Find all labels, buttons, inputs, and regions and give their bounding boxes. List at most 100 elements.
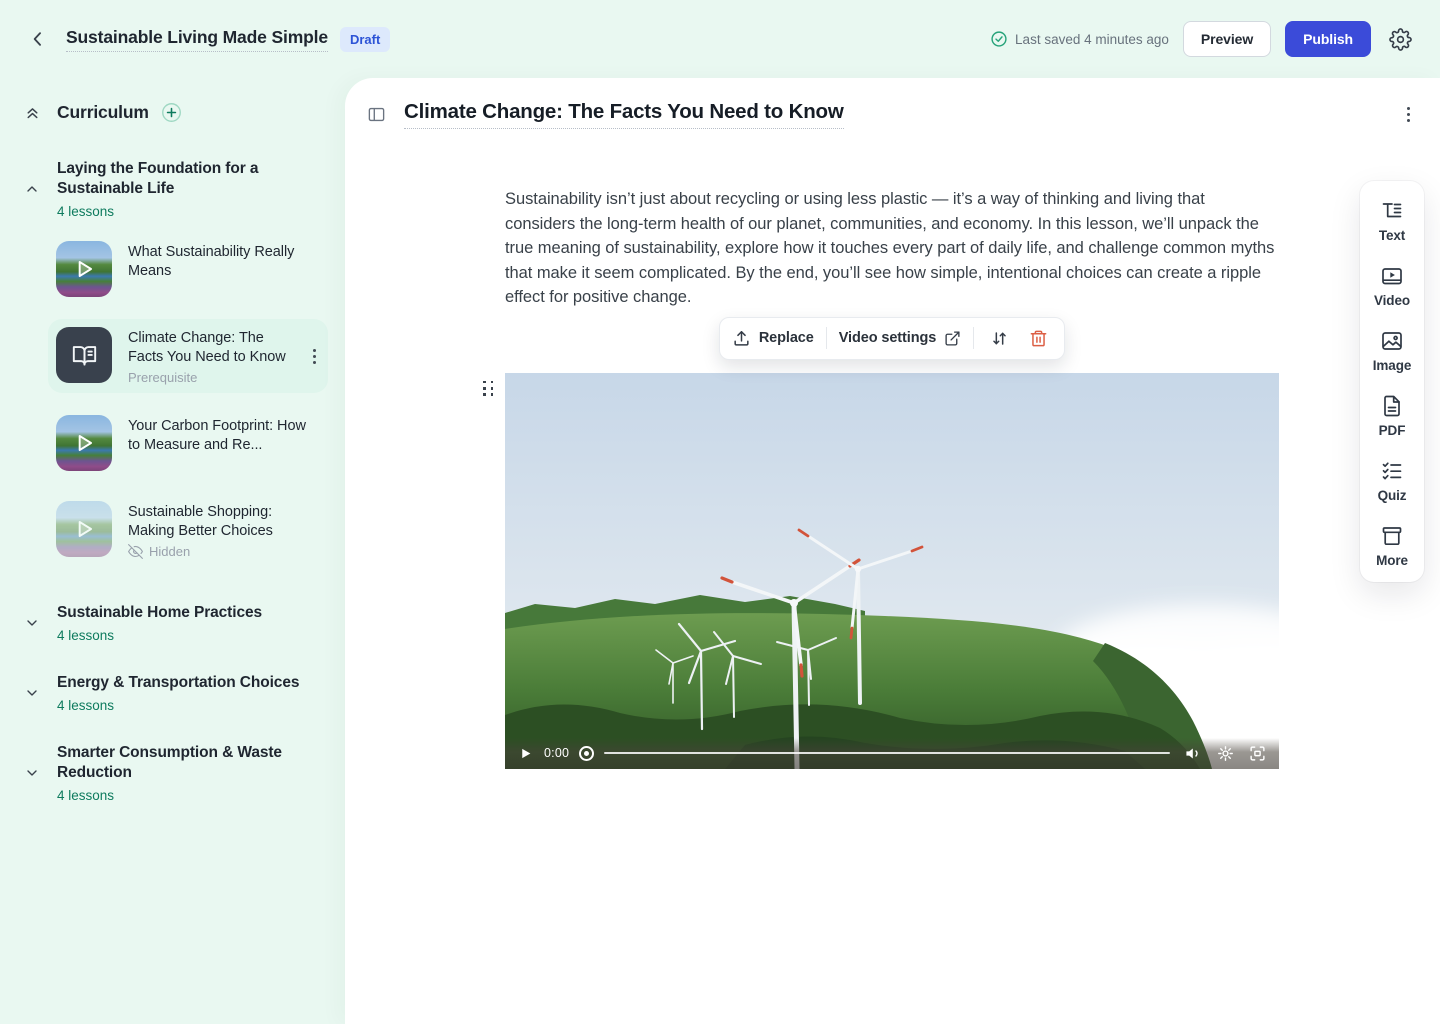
video-controls-right [1184, 744, 1267, 763]
lesson-meta-text: Hidden [149, 544, 190, 559]
video-progress-track[interactable] [604, 752, 1170, 754]
replace-label: Replace [759, 330, 814, 346]
course-title[interactable]: Sustainable Living Made Simple [66, 27, 328, 52]
lesson-item[interactable]: Your Carbon Footprint: How to Measure an… [48, 407, 328, 479]
lesson-editor-header: Climate Change: The Facts You Need to Kn… [345, 78, 1440, 129]
lesson-meta: Prerequisite [128, 370, 293, 385]
lesson-page-menu-button[interactable] [1403, 101, 1414, 128]
video-block-icon [1380, 264, 1404, 288]
video-poster-wind-turbines [505, 373, 1279, 769]
lesson-video-thumbnail [56, 241, 112, 297]
section-title: Energy & Transportation Choices [57, 673, 329, 693]
insert-video-button[interactable]: Video [1374, 264, 1410, 308]
drag-handle[interactable] [481, 379, 497, 398]
collapse-all-button[interactable] [24, 104, 41, 121]
video-settings-button[interactable]: Video settings [839, 328, 961, 349]
play-button[interactable] [517, 745, 534, 762]
video-settings-label: Video settings [839, 330, 936, 346]
lesson-paragraph[interactable]: Sustainability isn’t just about recyclin… [505, 187, 1279, 310]
toolbar-divider [826, 327, 827, 349]
chevrons-up-icon [24, 104, 41, 121]
lesson-page-title[interactable]: Climate Change: The Facts You Need to Kn… [404, 100, 844, 129]
topbar-actions: Last saved 4 minutes ago Preview Publish [990, 21, 1416, 57]
section-header[interactable]: Laying the Foundation for a Sustainable … [24, 159, 329, 219]
lesson-content: Sustainability isn’t just about recyclin… [505, 187, 1279, 769]
lesson-menu-button[interactable] [309, 343, 320, 370]
pdf-block-icon [1380, 394, 1404, 418]
publish-button[interactable]: Publish [1285, 21, 1371, 57]
insert-label: PDF [1379, 423, 1406, 438]
section-lesson-count: 4 lessons [57, 698, 329, 713]
lesson-editor: Climate Change: The Facts You Need to Kn… [345, 78, 1440, 1024]
fullscreen-button[interactable] [1248, 744, 1267, 763]
volume-button[interactable] [1184, 744, 1203, 763]
lesson-item[interactable]: What Sustainability Really Means [48, 233, 328, 305]
video-scrubber-handle[interactable] [579, 746, 594, 761]
text-block-icon [1380, 199, 1404, 223]
section-lesson-count: 4 lessons [57, 204, 329, 219]
gear-icon [1389, 28, 1412, 51]
insert-pdf-button[interactable]: PDF [1379, 394, 1406, 438]
chevron-up-icon [24, 181, 57, 197]
play-icon [56, 415, 112, 471]
settings-button[interactable] [1385, 24, 1416, 55]
lesson-reading-tile [56, 327, 112, 383]
section-header[interactable]: Sustainable Home Practices 4 lessons [24, 603, 329, 643]
lesson-item-hidden[interactable]: Sustainable Shopping: Making Better Choi… [48, 493, 328, 567]
video-settings-gear-button[interactable] [1216, 744, 1235, 763]
move-block-button[interactable] [986, 325, 1013, 352]
replace-video-button[interactable]: Replace [732, 327, 814, 350]
status-badge: Draft [340, 27, 390, 52]
arrows-up-down-icon [990, 329, 1009, 348]
section-title: Smarter Consumption & Waste Reduction [57, 743, 329, 783]
video-block-toolbar: Replace Video settings [719, 317, 1065, 360]
upload-icon [732, 329, 751, 348]
save-status: Last saved 4 minutes ago [990, 30, 1169, 48]
image-block-icon [1380, 329, 1404, 353]
add-curriculum-button[interactable] [161, 102, 182, 123]
toggle-sidebar-button[interactable] [363, 101, 390, 128]
insert-text-button[interactable]: Text [1379, 199, 1405, 243]
lesson-title: Your Carbon Footprint: How to Measure an… [128, 417, 320, 454]
curriculum-section: Smarter Consumption & Waste Reduction 4 … [24, 743, 329, 803]
external-link-icon [944, 330, 961, 347]
more-blocks-icon [1380, 524, 1404, 548]
curriculum-section: Energy & Transportation Choices 4 lesson… [24, 673, 329, 713]
lesson-title: Sustainable Shopping: Making Better Choi… [128, 503, 320, 540]
book-open-icon [71, 342, 98, 369]
chevron-down-icon [24, 685, 57, 701]
play-icon [56, 501, 112, 557]
insert-label: Quiz [1378, 488, 1407, 503]
section-lesson-count: 4 lessons [57, 788, 329, 803]
chevron-down-icon [24, 765, 57, 781]
lesson-item-selected[interactable]: Climate Change: The Facts You Need to Kn… [48, 319, 328, 393]
delete-block-button[interactable] [1025, 325, 1052, 352]
play-icon [56, 241, 112, 297]
curriculum-section: Laying the Foundation for a Sustainable … [24, 159, 329, 567]
toolbar-divider [973, 327, 974, 349]
video-block: 0:00 [505, 373, 1279, 769]
lesson-meta: Hidden [128, 544, 320, 559]
back-button[interactable] [24, 25, 52, 53]
video-player[interactable]: 0:00 [505, 373, 1279, 769]
curriculum-sidebar: Curriculum Laying the Foundation for a S… [0, 78, 345, 1024]
section-header[interactable]: Energy & Transportation Choices 4 lesson… [24, 673, 329, 713]
lesson-title: What Sustainability Really Means [128, 243, 320, 280]
section-header[interactable]: Smarter Consumption & Waste Reduction 4 … [24, 743, 329, 803]
video-current-time: 0:00 [544, 746, 569, 760]
section-lesson-count: 4 lessons [57, 628, 329, 643]
curriculum-header: Curriculum [24, 102, 329, 123]
insert-more-button[interactable]: More [1376, 524, 1408, 568]
lesson-video-thumbnail [56, 415, 112, 471]
eye-off-icon [128, 544, 143, 559]
insert-label: Video [1374, 293, 1410, 308]
trash-icon [1029, 329, 1048, 348]
section-title: Sustainable Home Practices [57, 603, 329, 623]
section-title: Laying the Foundation for a Sustainable … [57, 159, 329, 199]
preview-button[interactable]: Preview [1183, 21, 1271, 57]
save-status-text: Last saved 4 minutes ago [1015, 32, 1169, 47]
insert-image-button[interactable]: Image [1373, 329, 1412, 373]
insert-label: Text [1379, 228, 1405, 243]
plus-circle-icon [161, 102, 182, 123]
insert-quiz-button[interactable]: Quiz [1378, 459, 1407, 503]
